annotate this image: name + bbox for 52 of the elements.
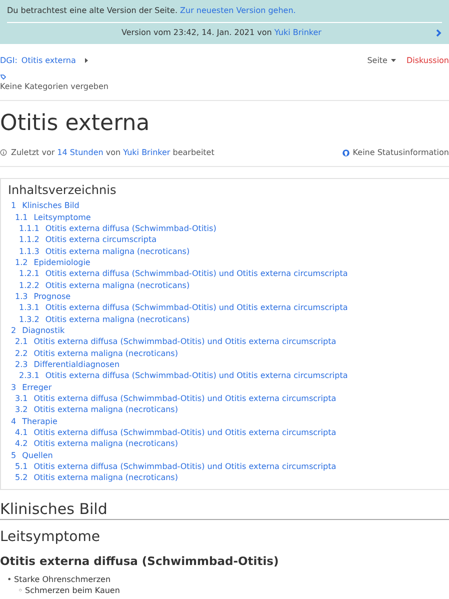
toc-link[interactable]: 1.2.1 Otitis externa diffusa (Schwimmbad-Otitis) und Otitis externa circumscripta [16,268,348,280]
subsubsection-heading: Otitis externa diffusa (Schwimmbad-Otitis) [0,554,280,568]
caret-icon[interactable] [84,58,89,62]
old-version-notice: Du betrachtest eine alte Version der Seite. Zur neuesten Version gehen. [7,6,297,15]
toc-link[interactable]: 2.2 Otitis externa maligna (necroticans) [12,347,178,359]
page-menu-button[interactable]: Seite [367,56,396,64]
tag-icon[interactable] [0,74,6,80]
toc-link[interactable]: 1.3.1 Otitis externa diffusa (Schwimmbad-Otitis) und Otitis externa circumscripta [16,302,348,314]
status-icon [342,148,350,156]
namespace-link[interactable]: DGI: [0,56,18,64]
caret-icon [391,58,396,62]
bullet-marker: • [7,574,13,585]
toc-link[interactable]: 3.1 Otitis externa diffusa (Schwimmbad-Otitis) und Otitis externa circumscripta [12,392,336,404]
toc-link[interactable]: 2.3 Differentialdiagnosen [12,358,120,370]
toc-link[interactable]: 4 Therapie [8,416,58,427]
last-edited-text: Zuletzt vor 14 Stunden von Yuki Brinker bearbeitet [11,148,214,157]
toc-link[interactable]: 2 Diagnostik [8,324,65,336]
author-link[interactable]: Yuki Brinker [123,148,170,157]
list-item-text: Schmerzen beim Kauen [25,586,120,595]
toc-link[interactable]: 1.2.2 Otitis externa maligna (necroticans) [16,279,190,291]
bullet-marker: ◦ [18,584,24,596]
toc-link[interactable]: 3.2 Otitis externa maligna (necroticans) [12,404,178,416]
toc-link[interactable]: 1.1.1 Otitis externa diffusa (Schwimmbad-Otitis) [16,222,216,234]
toc-link[interactable]: 2.3.1 Otitis externa diffusa (Schwimmbad-Otitis) und Otitis externa circumscripta [16,370,348,382]
toc-link[interactable]: 1.2 Epidemiologie [12,256,90,268]
toc-link[interactable]: 1.1.2 Otitis externa circumscripta [16,234,157,246]
toc-link[interactable]: 2.1 Otitis externa diffusa (Schwimmbad-Otitis) und Otitis externa circumscripta [12,336,336,348]
toc-link[interactable]: 1.3 Prognose [12,290,71,302]
status-text: Keine Statusinformation [352,148,449,157]
author-link[interactable]: Yuki Brinker [274,28,322,37]
toc-link[interactable]: 1.3.2 Otitis externa maligna (necroticans) [16,313,190,325]
subsection-heading: Leitsymptome [0,528,101,546]
toc-title: Inhaltsverzeichnis [8,183,118,197]
time-link[interactable]: 14 Stunden [57,148,104,157]
info-icon [0,149,7,156]
toc-link[interactable]: 1.1.3 Otitis externa maligna (necroticans) [16,245,190,257]
toc-link[interactable]: 3 Erreger [8,382,52,393]
toc-link[interactable]: 4.1 Otitis externa diffusa (Schwimmbad-Otitis) und Otitis externa circumscripta [12,426,336,438]
version-info: Version vom 23:42, 14. Jan. 2021 von Yuki Brinker [122,28,322,37]
toc-link[interactable]: 1.1 Leitsymptome [12,211,91,223]
toc-link[interactable]: 5 Quellen [8,450,53,461]
discussion-tab[interactable]: Diskussion [406,56,449,64]
section-heading: Klinisches Bild [0,500,449,520]
newest-version-link[interactable]: Zur neuesten Version gehen. [180,6,296,15]
breadcrumb-link[interactable]: Otitis externa [21,56,76,64]
toc-link[interactable]: 1 Klinisches Bild [8,200,80,212]
toc-link[interactable]: 4.2 Otitis externa maligna (necroticans) [12,438,178,450]
categories-text: Keine Kategorien vergeben [0,82,110,91]
page-title: Otitis externa [0,111,151,137]
list-item-text: Starke Ohrenschmerzen [14,574,111,584]
toc-link[interactable]: 5.2 Otitis externa maligna (necroticans) [12,472,178,484]
toc-link[interactable]: 5.1 Otitis externa diffusa (Schwimmbad-Otitis) und Otitis externa circumscripta [12,460,336,472]
